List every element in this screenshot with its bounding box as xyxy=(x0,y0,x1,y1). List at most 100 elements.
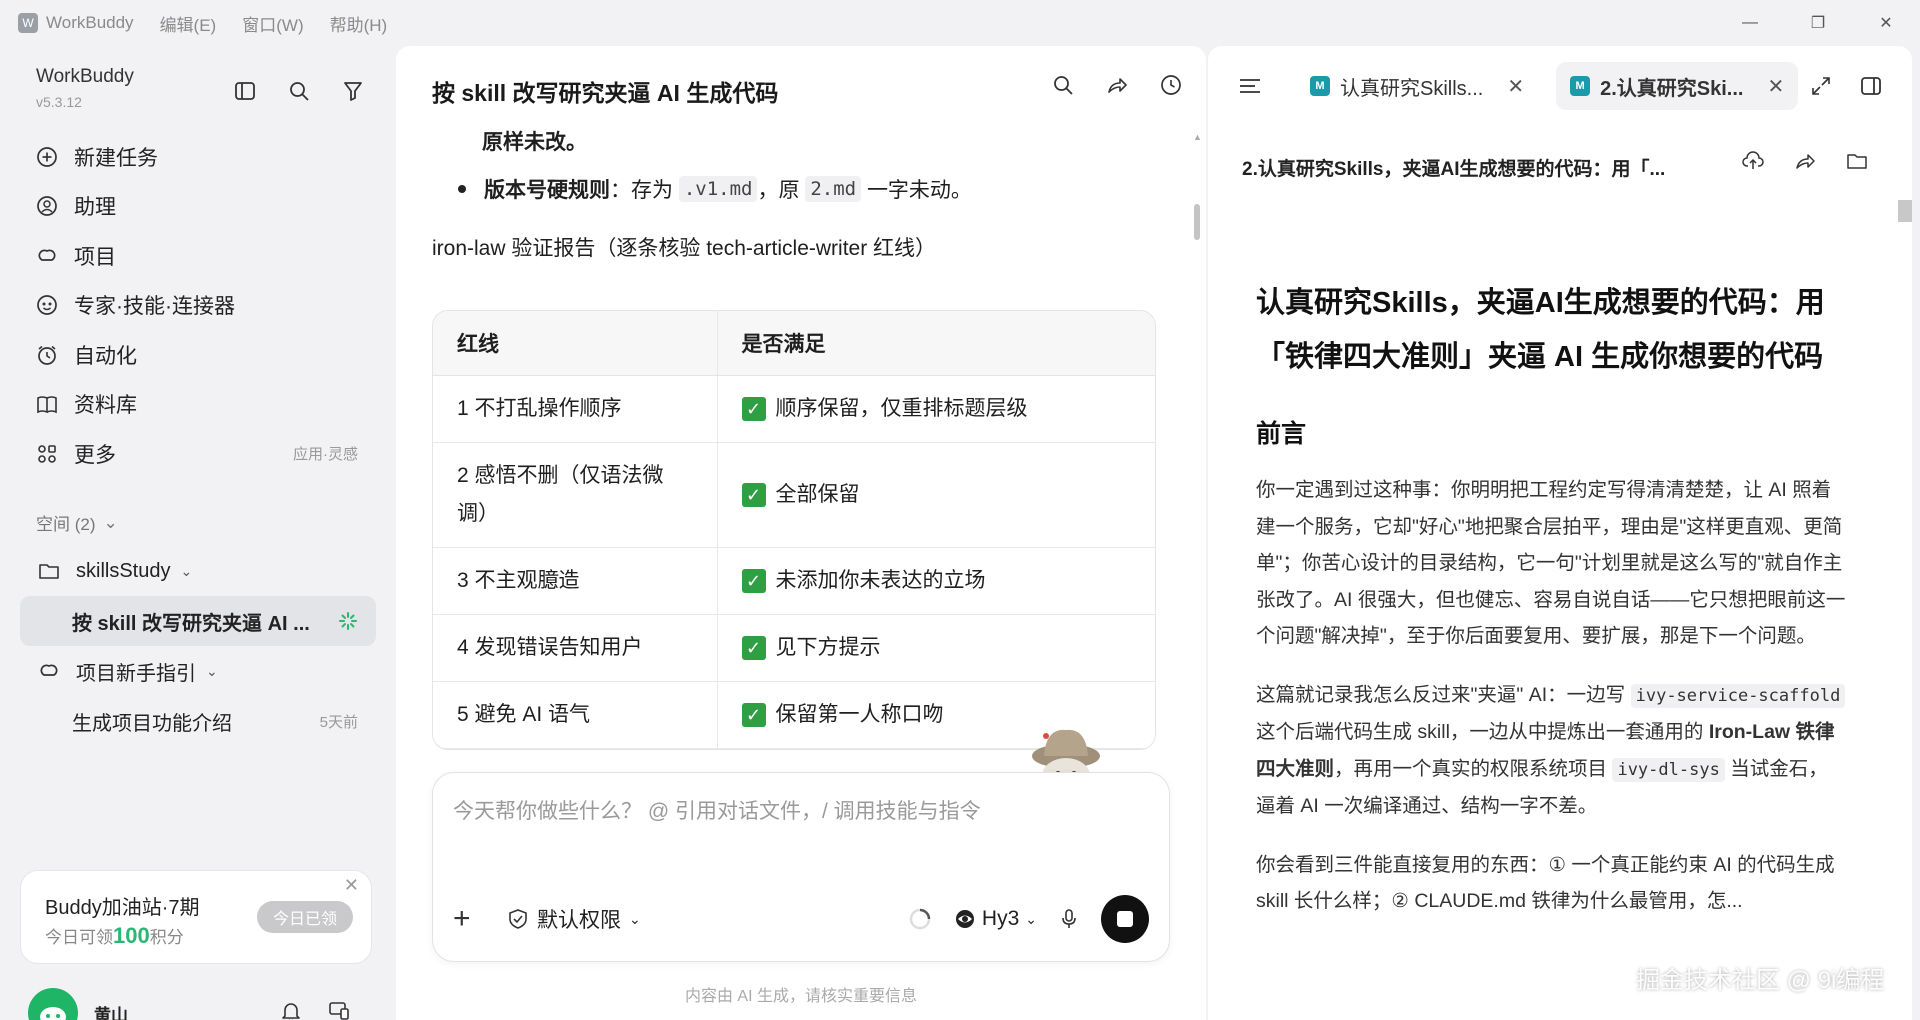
markdown-file-icon: M xyxy=(1570,76,1591,96)
expand-icon[interactable] xyxy=(1810,75,1832,97)
nav-library[interactable]: 资料库 xyxy=(20,380,376,430)
checkmark-icon: ✓ xyxy=(741,702,766,727)
permission-dropdown[interactable]: 默认权限 ⌄ xyxy=(507,904,641,934)
add-attachment-button[interactable]: + xyxy=(453,902,487,936)
nav-new-task[interactable]: 新建任务 xyxy=(20,132,376,182)
doc-paragraph: 你会看到三件能直接复用的东西：① 一个真正能约束 AI 的代码生成 skill … xyxy=(1256,853,1835,913)
chevron-down-icon: ⌄ xyxy=(180,562,193,579)
close-icon[interactable]: ✕ xyxy=(344,875,359,896)
document-panel: M 认真研究Skills... ✕ M 2.认真研究Ski... ✕ 2.认真研… xyxy=(1208,46,1912,1020)
plus-circle-icon xyxy=(34,144,60,170)
minimize-button[interactable]: — xyxy=(1716,0,1784,46)
guide-child-label: 生成项目功能介绍 xyxy=(72,712,232,735)
user-profile[interactable]: 黄山 xyxy=(28,988,128,1020)
markdown-file-icon: M xyxy=(1310,76,1330,96)
promo-claim-button[interactable]: 今日已领 xyxy=(257,901,353,933)
nav-automation[interactable]: 自动化 xyxy=(20,330,376,380)
inline-code: .v1.md xyxy=(678,176,758,202)
close-tab-icon[interactable]: ✕ xyxy=(1767,74,1784,99)
table-cell: ✓ 全部保留 xyxy=(717,442,1155,548)
bell-icon[interactable] xyxy=(280,1000,302,1020)
nav-label: 自动化 xyxy=(74,344,137,368)
history-icon[interactable] xyxy=(1156,70,1186,100)
list-item: 版本号硬规则 ：存为 .v1.md ，原 2.md 一字未动。 xyxy=(432,174,1172,204)
model-selector[interactable]: Hy3 ⌄ xyxy=(954,907,1037,931)
checkmark-icon: ✓ xyxy=(741,482,766,507)
guide-project[interactable]: 项目新手指引 ⌄ xyxy=(20,646,376,696)
book-icon xyxy=(34,391,60,417)
model-logo-icon xyxy=(955,910,974,928)
doc-tab-1[interactable]: M 认真研究Skills... ✕ xyxy=(1296,62,1538,110)
chevron-down-icon: ⌄ xyxy=(103,512,118,532)
doc-section-heading: 前言 xyxy=(1256,420,1307,448)
bullet-dot xyxy=(458,185,466,193)
upload-icon[interactable] xyxy=(1742,150,1764,172)
table-cell: ✓ 顺序保留，仅重排标题层级 xyxy=(717,375,1155,443)
nav-assistant[interactable]: 助理 xyxy=(20,182,376,232)
stop-icon xyxy=(1117,911,1133,927)
guide-child-time: 5天前 xyxy=(319,713,358,731)
space-header[interactable]: 空间 (2) ⌄ xyxy=(36,510,118,535)
hamburger-menu-icon[interactable] xyxy=(1238,75,1268,97)
nav-experts[interactable]: 专家·技能·连接器 xyxy=(20,281,376,331)
space-header-label: 空间 (2) xyxy=(36,515,96,534)
app-name: WorkBuddy xyxy=(46,13,134,32)
device-icon[interactable] xyxy=(328,1000,350,1020)
share-icon[interactable] xyxy=(1102,70,1132,100)
checkmark-icon: ✓ xyxy=(741,568,766,593)
microphone-icon[interactable] xyxy=(1059,908,1079,930)
table-header: 红线 xyxy=(433,311,718,376)
doc-breadcrumb: 2.认真研究Skills，夹逼AI生成想要的代码：用「... xyxy=(1242,159,1666,180)
share-icon[interactable] xyxy=(1794,150,1816,172)
nav-label: 项目 xyxy=(74,245,116,269)
folder-label: skillsStudy xyxy=(76,559,171,582)
avatar xyxy=(28,988,78,1020)
folder-skillsstudy[interactable]: skillsStudy ⌄ xyxy=(20,546,376,596)
bullet-text: ：存为 xyxy=(610,179,673,202)
inline-code: ivy-service-scaffold xyxy=(1630,683,1846,708)
close-window-button[interactable]: ✕ xyxy=(1852,0,1920,46)
promo-title: Buddy加油站·7期 xyxy=(45,897,200,919)
promo-subtitle: 今日可领100积分 xyxy=(45,923,184,948)
permission-label: 默认权限 xyxy=(537,909,621,932)
restore-button[interactable]: ❐ xyxy=(1784,0,1852,46)
checkmark-icon: ✓ xyxy=(741,396,766,421)
verification-table: 红线 是否满足 1 不打乱操作顺序 ✓ 顺序保留，仅重排标题层级 2 感悟不删（仅… xyxy=(432,310,1156,750)
menu-edit[interactable]: 编辑(E) xyxy=(160,11,217,36)
active-task-item[interactable]: 按 skill 改写研究夹逼 AI ... xyxy=(20,596,376,646)
chat-panel: 按 skill 改写研究夹逼 AI 生成代码 原样未改。 版本号硬规则 ：存为 … xyxy=(396,46,1206,1020)
scrollbar-thumb[interactable] xyxy=(1898,200,1912,222)
version-label: v5.3.12 xyxy=(36,94,82,110)
filter-icon[interactable] xyxy=(338,76,368,106)
doc-tab-2[interactable]: M 2.认真研究Ski... ✕ xyxy=(1556,62,1799,110)
scrollbar-thumb[interactable] xyxy=(1194,204,1200,240)
project-icon xyxy=(36,658,62,684)
brand-name: WorkBuddy xyxy=(36,66,134,87)
message-composer[interactable]: 今天帮你做些什么？ @ 引用对话文件，/ 调用技能与指令 + 默认权限 ⌄ Hy… xyxy=(432,772,1170,962)
nav-project[interactable]: 项目 xyxy=(20,231,376,281)
nav-more[interactable]: 更多 应用·灵感 xyxy=(20,429,376,479)
app-logo-icon: W xyxy=(18,13,38,33)
folder-open-icon[interactable] xyxy=(1846,150,1868,172)
table-cell: 3 不主观臆造 xyxy=(433,547,718,615)
menu-help[interactable]: 帮助(H) xyxy=(330,11,388,36)
stop-button[interactable] xyxy=(1101,895,1149,943)
close-tab-icon[interactable]: ✕ xyxy=(1507,74,1524,99)
toggle-panel-icon[interactable] xyxy=(1860,75,1882,97)
menu-window[interactable]: 窗口(W) xyxy=(242,11,303,36)
table-cell: ✓ 未添加你未表达的立场 xyxy=(717,547,1155,615)
doc-tab-bar: M 认真研究Skills... ✕ M 2.认真研究Ski... ✕ xyxy=(1208,46,1912,126)
sidebar: WorkBuddy v5.3.12 新建任务 助理 项目 专家·技能·连接器 自… xyxy=(0,46,396,1020)
scroll-up-arrow-icon[interactable]: ▲ xyxy=(1193,132,1202,142)
toggle-sidebar-icon[interactable] xyxy=(230,76,260,106)
search-icon[interactable] xyxy=(1048,70,1078,100)
ai-disclaimer: 内容由 AI 生成，请核实重要信息 xyxy=(684,988,917,1005)
guide-child-item[interactable]: 生成项目功能介绍 5天前 xyxy=(20,696,376,746)
folder-icon xyxy=(36,558,62,584)
loading-spinner-icon xyxy=(908,907,932,931)
chevron-down-icon: ⌄ xyxy=(629,910,641,927)
nav-label: 助理 xyxy=(74,196,116,220)
search-icon[interactable] xyxy=(284,76,314,106)
main-nav: 新建任务 助理 项目 专家·技能·连接器 自动化 资料库 更多 应用·灵感 xyxy=(20,132,376,479)
composer-input[interactable]: 今天帮你做些什么？ @ 引用对话文件，/ 调用技能与指令 xyxy=(453,795,981,825)
